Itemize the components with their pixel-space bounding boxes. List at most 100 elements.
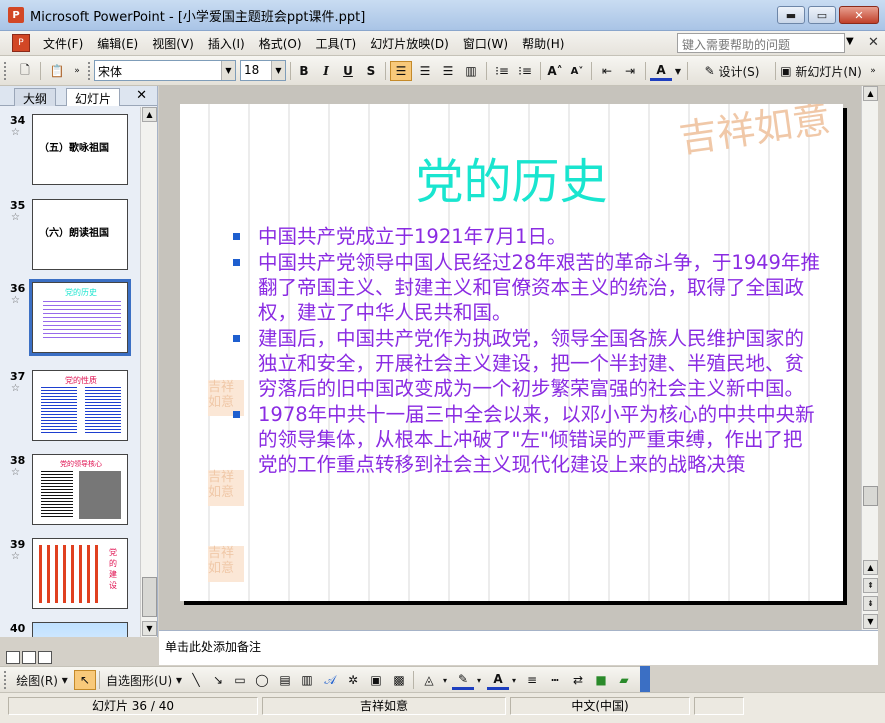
help-search-input[interactable]: 键入需要帮助的问题 [677,33,845,53]
scroll-thumb[interactable] [863,486,878,506]
scroll-down-icon[interactable]: ▼ [142,621,157,636]
line-tool-button[interactable]: ╲ [186,670,206,690]
chevron-down-icon[interactable]: ▼ [673,61,683,81]
menu-help[interactable]: 帮助(H) [515,35,571,52]
slide-body-text[interactable]: 中国共产党成立于1921年7月1日。 中国共产党领导中国人民经过28年艰苦的革命… [230,224,820,478]
open-icon[interactable]: 📋 [46,61,68,81]
chevron-down-icon[interactable]: ▾ [510,670,518,690]
distributed-align-button[interactable]: ▥ [460,61,482,81]
close-pane-icon[interactable]: ✕ [136,88,147,103]
slide-scrollbar[interactable]: ▲ ▲ ⇞ ⇟ ▼ [861,86,878,630]
textbox-tool-button[interactable]: ▤ [275,670,295,690]
align-right-button[interactable]: ☰ [437,61,459,81]
bullets-button[interactable]: ⁝≡ [514,61,536,81]
tab-slides[interactable]: 幻灯片 [66,88,121,106]
chevron-down-icon[interactable]: ▼ [221,61,235,80]
slide-title[interactable]: 党的历史 [180,142,843,212]
underline-button[interactable]: U [338,61,358,81]
tab-outline[interactable]: 大纲 [14,88,57,106]
scroll-down-icon[interactable]: ▼ [863,614,878,629]
next-slide-icon[interactable]: ⇟ [863,596,878,611]
thumbnail-image[interactable]: 党的建设 [32,538,128,609]
thumbnail-image[interactable]: 党的性质 [32,370,128,441]
close-window-button[interactable]: ✕ [839,6,879,24]
decrease-font-size-button[interactable]: A˅ [567,61,587,81]
slideshow-view-icon[interactable] [38,651,52,664]
design-button[interactable]: ✎ 设计(S) [692,61,772,81]
vertical-textbox-tool-button[interactable]: ▥ [297,670,317,690]
notes-pane[interactable]: 单击此处添加备注 [159,630,878,665]
draw-menu-button[interactable]: 绘图(R) ▾ [12,670,72,690]
menu-slideshow[interactable]: 幻灯片放映(D) [363,35,456,52]
increase-font-size-button[interactable]: A˄ [545,61,565,81]
chevron-down-icon[interactable]: ▾ [475,670,483,690]
decrease-indent-button[interactable]: ⇤ [596,61,618,81]
wordart-tool-button[interactable]: 𝒜 [320,670,340,690]
font-name-select[interactable]: 宋体 ▼ [94,60,236,81]
clipart-tool-button[interactable]: ▣ [366,670,386,690]
scroll-thumb[interactable] [142,577,157,617]
thumbnails-scrollbar[interactable]: ▲ ▼ [140,107,157,637]
fill-color-button[interactable]: ◬ [418,670,440,690]
shadow-button[interactable]: S [361,61,381,81]
restore-button[interactable]: ▭ [808,6,836,24]
font-name-value: 宋体 [98,65,123,79]
toolbar-options-icon[interactable]: » [866,61,880,81]
arrow-tool-button[interactable]: ↘ [208,670,228,690]
help-dropdown-icon[interactable]: ▼ [846,36,854,47]
menu-tools[interactable]: 工具(T) [309,35,364,52]
arrow-style-button[interactable]: ⇄ [568,670,588,690]
new-slide-button[interactable]: ▣ 新幻灯片(N) [778,61,864,81]
select-objects-button[interactable]: ↖ [74,670,96,690]
increase-indent-button[interactable]: ⇥ [619,61,641,81]
scroll-up-icon[interactable]: ▲ [142,107,157,122]
menu-window[interactable]: 窗口(W) [456,35,515,52]
picture-tool-button[interactable]: ▩ [389,670,409,690]
toolbar-grip[interactable] [4,671,8,689]
toolbar-options-handle[interactable] [640,666,650,692]
line-style-button[interactable]: ≡ [522,670,542,690]
dash-style-button[interactable]: ┅ [545,670,565,690]
3d-style-button[interactable]: ▰ [614,670,634,690]
minimize-button[interactable]: ▬ [777,6,805,24]
menu-edit[interactable]: 编辑(E) [90,35,145,52]
drawbar-font-color-button[interactable]: A [487,670,509,690]
rectangle-tool-button[interactable]: ▭ [230,670,250,690]
menu-format[interactable]: 格式(O) [252,35,309,52]
align-center-button[interactable]: ☰ [414,61,436,81]
shadow-style-button[interactable]: ■ [591,670,611,690]
thumbnail-image[interactable]: （六）朗读祖国 [32,199,128,270]
chevron-down-icon[interactable]: ▼ [271,61,285,80]
document-close-icon[interactable]: ✕ [868,35,879,50]
document-menu-icon[interactable]: P [12,34,30,52]
thumbnail-image[interactable]: 党的历史 [29,279,131,356]
toolbar-grip[interactable] [88,62,92,80]
thumbnail-image[interactable] [32,622,128,637]
menu-view[interactable]: 视图(V) [145,35,201,52]
slide-sorter-view-icon[interactable] [22,651,36,664]
toolbar-grip[interactable] [4,62,8,80]
powerpoint-app-icon[interactable]: P [8,7,24,23]
toolbar-options-icon[interactable]: » [70,61,84,81]
current-slide[interactable]: 吉祥如意 吉祥如意 吉祥如意 吉祥如意 党的历史 中国共产党成立于1921年7月… [180,104,843,601]
thumbnail-image[interactable]: （五）歌咏祖国 [32,114,128,185]
scroll-up-icon[interactable]: ▲ [863,86,878,101]
menu-file[interactable]: 文件(F) [36,35,90,52]
numbering-button[interactable]: ⁝≡ [491,61,513,81]
italic-button[interactable]: I [316,61,336,81]
new-document-icon[interactable]: 🗋 [14,61,36,81]
align-left-button[interactable]: ☰ [390,61,412,81]
oval-tool-button[interactable]: ◯ [252,670,272,690]
diagram-tool-button[interactable]: ✲ [343,670,363,690]
menu-insert[interactable]: 插入(I) [201,35,252,52]
previous-slide-icon[interactable]: ⇞ [863,578,878,593]
scroll-up-icon[interactable]: ▲ [863,560,878,575]
font-size-select[interactable]: 18 ▼ [240,60,286,81]
line-color-button[interactable]: ✎ [452,670,474,690]
bold-button[interactable]: B [294,61,314,81]
autoshapes-menu-button[interactable]: 自选图形(U) ▾ [104,670,184,690]
thumbnail-image[interactable]: 党的领导核心 [32,454,128,525]
normal-view-icon[interactable] [6,651,20,664]
chevron-down-icon[interactable]: ▾ [441,670,449,690]
font-color-button[interactable]: A [650,61,672,81]
